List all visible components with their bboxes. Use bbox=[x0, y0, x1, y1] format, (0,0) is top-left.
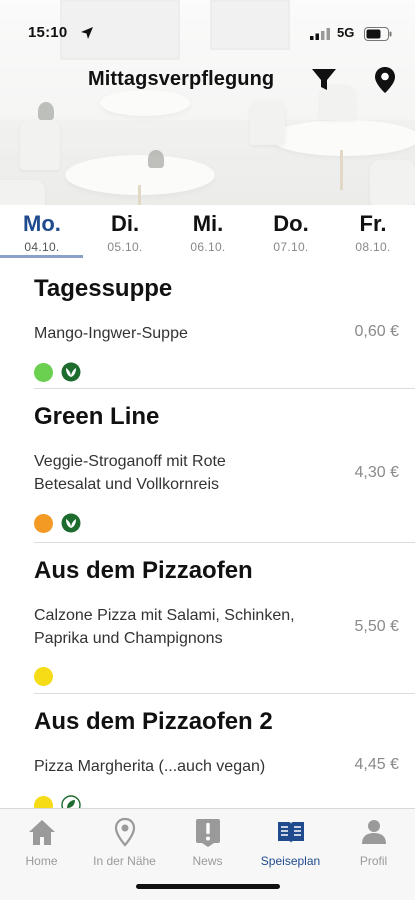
location-arrow-icon bbox=[81, 27, 93, 39]
tab-label: Home bbox=[25, 854, 58, 868]
tab-speiseplan[interactable]: Speiseplan bbox=[249, 817, 332, 868]
signal-bars-icon bbox=[310, 28, 330, 40]
battery-icon bbox=[364, 27, 392, 41]
location-pin-icon[interactable] bbox=[374, 66, 396, 94]
open-book-icon bbox=[277, 822, 304, 843]
tab-tuesday[interactable]: Di. 05.10. bbox=[85, 211, 165, 254]
traffic-light-dot bbox=[34, 667, 53, 686]
page-title: Mittagsverpflegung bbox=[88, 68, 275, 90]
title-bar: Mittagsverpflegung bbox=[0, 64, 415, 96]
home-indicator bbox=[136, 884, 280, 889]
tab-nearby[interactable]: In der Nähe bbox=[83, 817, 166, 868]
vegan-leaf-icon bbox=[61, 362, 81, 382]
day-name: Di. bbox=[110, 211, 140, 236]
dish-price: 4,30 € bbox=[354, 464, 399, 481]
active-tab-indicator bbox=[0, 255, 83, 258]
traffic-light-dot bbox=[34, 513, 53, 533]
day-date: 06.10. bbox=[190, 240, 226, 254]
vegan-leaf-icon bbox=[61, 513, 81, 533]
tab-home[interactable]: Home bbox=[0, 817, 83, 868]
house-icon bbox=[28, 820, 55, 845]
day-name: Mo. bbox=[23, 211, 61, 236]
dish-badges bbox=[34, 667, 57, 689]
tab-profile[interactable]: Profil bbox=[332, 817, 415, 868]
tab-label: Profil bbox=[359, 854, 388, 868]
section-heading: Aus dem Pizzaofen 2 bbox=[34, 708, 273, 735]
traffic-light-dot bbox=[34, 795, 53, 808]
day-date: 04.10. bbox=[24, 240, 60, 254]
filter-icon[interactable] bbox=[311, 67, 337, 93]
section-heading: Aus dem Pizzaofen bbox=[34, 557, 253, 584]
dish-name[interactable]: Pizza Margherita (...auch vegan) bbox=[34, 755, 349, 778]
status-bar: 15:10 5G bbox=[0, 22, 415, 46]
tab-friday[interactable]: Fr. 08.10. bbox=[333, 211, 413, 254]
dish-badges bbox=[34, 513, 81, 535]
traffic-light-dot bbox=[34, 362, 53, 382]
person-icon bbox=[361, 820, 386, 844]
dish-price: 5,50 € bbox=[354, 618, 399, 635]
dish-price: 4,45 € bbox=[354, 756, 399, 773]
section-heading: Green Line bbox=[34, 403, 160, 430]
dish-price: 0,60 € bbox=[354, 323, 399, 340]
dish-name[interactable]: Veggie-Stroganoff mit Rote Betesalat und… bbox=[34, 450, 284, 496]
exclamation-icon bbox=[195, 819, 220, 847]
tab-wednesday[interactable]: Mi. 06.10. bbox=[168, 211, 248, 254]
day-date: 05.10. bbox=[107, 240, 143, 254]
status-time: 15:10 bbox=[28, 24, 68, 41]
dish-badges bbox=[34, 795, 82, 808]
day-date: 08.10. bbox=[355, 240, 391, 254]
dish-name[interactable]: Calzone Pizza mit Salami, Schinken, Papr… bbox=[34, 604, 349, 650]
vegan-option-leaf-icon bbox=[61, 795, 82, 808]
tab-thursday[interactable]: Do. 07.10. bbox=[251, 211, 331, 254]
tab-label: In der Nähe bbox=[93, 854, 156, 868]
dish-badges bbox=[34, 362, 81, 384]
section-heading: Tagessuppe bbox=[34, 275, 173, 302]
tab-label: News bbox=[192, 854, 223, 868]
network-type: 5G bbox=[337, 25, 355, 40]
day-name: Mi. bbox=[192, 211, 224, 236]
tab-monday[interactable]: Mo. 04.10. bbox=[2, 211, 82, 254]
location-pin-icon bbox=[114, 817, 135, 847]
tab-news[interactable]: News bbox=[166, 817, 249, 868]
day-name: Do. bbox=[273, 211, 309, 236]
day-name: Fr. bbox=[359, 211, 387, 236]
tab-label: Speiseplan bbox=[260, 854, 321, 868]
day-date: 07.10. bbox=[273, 240, 309, 254]
menu-list[interactable]: Tagessuppe Mango-Ingwer-Suppe 0,60 € Gre… bbox=[0, 262, 415, 808]
dish-name[interactable]: Mango-Ingwer-Suppe bbox=[34, 322, 349, 345]
